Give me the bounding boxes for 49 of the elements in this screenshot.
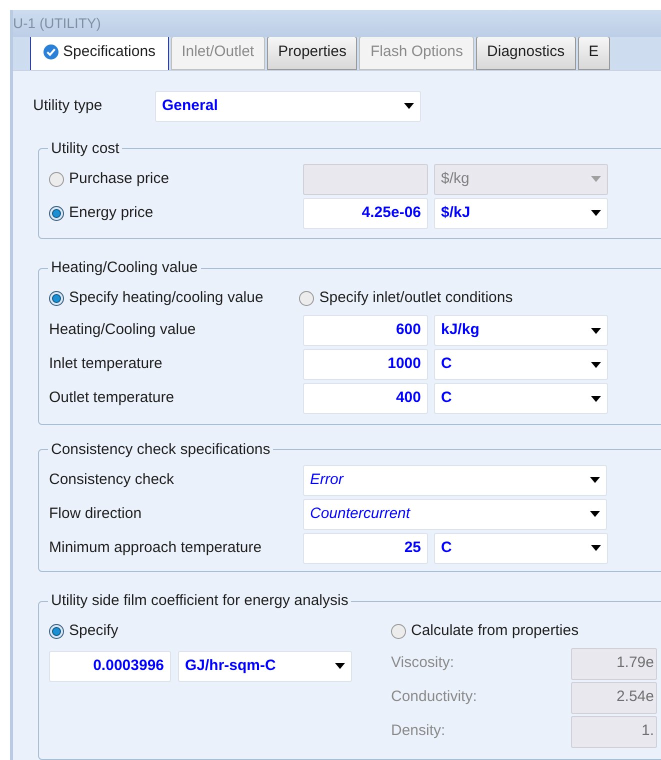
- group-title: Utility cost: [50, 138, 120, 158]
- unit-dropdown[interactable]: GJ/hr-sqm-C: [178, 650, 352, 682]
- field-label: Density:: [391, 721, 446, 742]
- radio-button[interactable]: Specify: [49, 620, 118, 643]
- value-field[interactable]: 600: [303, 315, 428, 346]
- field-label: Viscosity:: [391, 653, 456, 674]
- window-title: U-1 (UTILITY): [13, 14, 101, 34]
- field-label: Inlet temperature: [49, 354, 164, 374]
- utility-type-dropdown[interactable]: General: [155, 90, 421, 122]
- unit-dropdown[interactable]: C: [434, 349, 608, 380]
- dropdown-arrow-icon: [591, 210, 601, 216]
- value-field[interactable]: 4.25e-06: [303, 198, 428, 228]
- unit-dropdown[interactable]: $/kJ: [434, 198, 608, 228]
- unit-dropdown[interactable]: kJ/kg: [434, 315, 608, 346]
- dropdown-arrow-icon: [590, 511, 600, 517]
- unit-dropdown[interactable]: C: [434, 532, 608, 564]
- field-label: Utility type: [33, 96, 104, 116]
- tab[interactable]: Specifications: [30, 37, 169, 70]
- dropdown-arrow-icon: [404, 103, 414, 109]
- field-label: Conductivity:: [391, 687, 478, 708]
- group-title: Heating/Cooling value: [50, 258, 199, 278]
- option-dropdown[interactable]: Error: [303, 464, 607, 496]
- dropdown-arrow-icon: [335, 663, 345, 669]
- unit-dropdown[interactable]: C: [434, 383, 608, 414]
- dropdown-arrow-icon: [591, 176, 601, 182]
- dropdown-arrow-icon: [591, 396, 601, 402]
- value-field[interactable]: 25: [303, 532, 428, 564]
- value-field[interactable]: 400: [303, 383, 428, 414]
- radio-button[interactable]: Specify heating/cooling value: [49, 287, 264, 310]
- value-field[interactable]: 1000: [303, 349, 428, 380]
- radio-button[interactable]: Specify inlet/outlet conditions: [299, 287, 513, 310]
- tab[interactable]: E: [578, 37, 610, 70]
- dropdown-arrow-icon: [591, 328, 601, 334]
- field-label: Flow direction: [49, 504, 143, 524]
- value-field[interactable]: 0.0003996: [49, 650, 171, 682]
- field-label: Outlet temperature: [49, 388, 176, 408]
- dropdown-arrow-icon: [591, 362, 601, 368]
- dropdown-arrow-icon: [590, 477, 600, 483]
- field-label: Consistency check: [49, 470, 176, 490]
- field-label: Heating/Cooling value: [49, 320, 197, 340]
- tab[interactable]: Diagnostics: [476, 37, 576, 70]
- radio-button[interactable]: Energy price: [49, 202, 303, 224]
- option-dropdown[interactable]: Countercurrent: [303, 498, 607, 530]
- group-title: Consistency check specifications: [50, 440, 272, 460]
- group-title: Utility side film coefficient for energy analysis: [50, 591, 350, 611]
- tab[interactable]: Properties: [267, 37, 358, 70]
- dropdown-arrow-icon: [591, 545, 601, 551]
- radio-button[interactable]: Calculate from properties: [391, 620, 579, 643]
- field-label: Minimum approach temperature: [49, 538, 263, 558]
